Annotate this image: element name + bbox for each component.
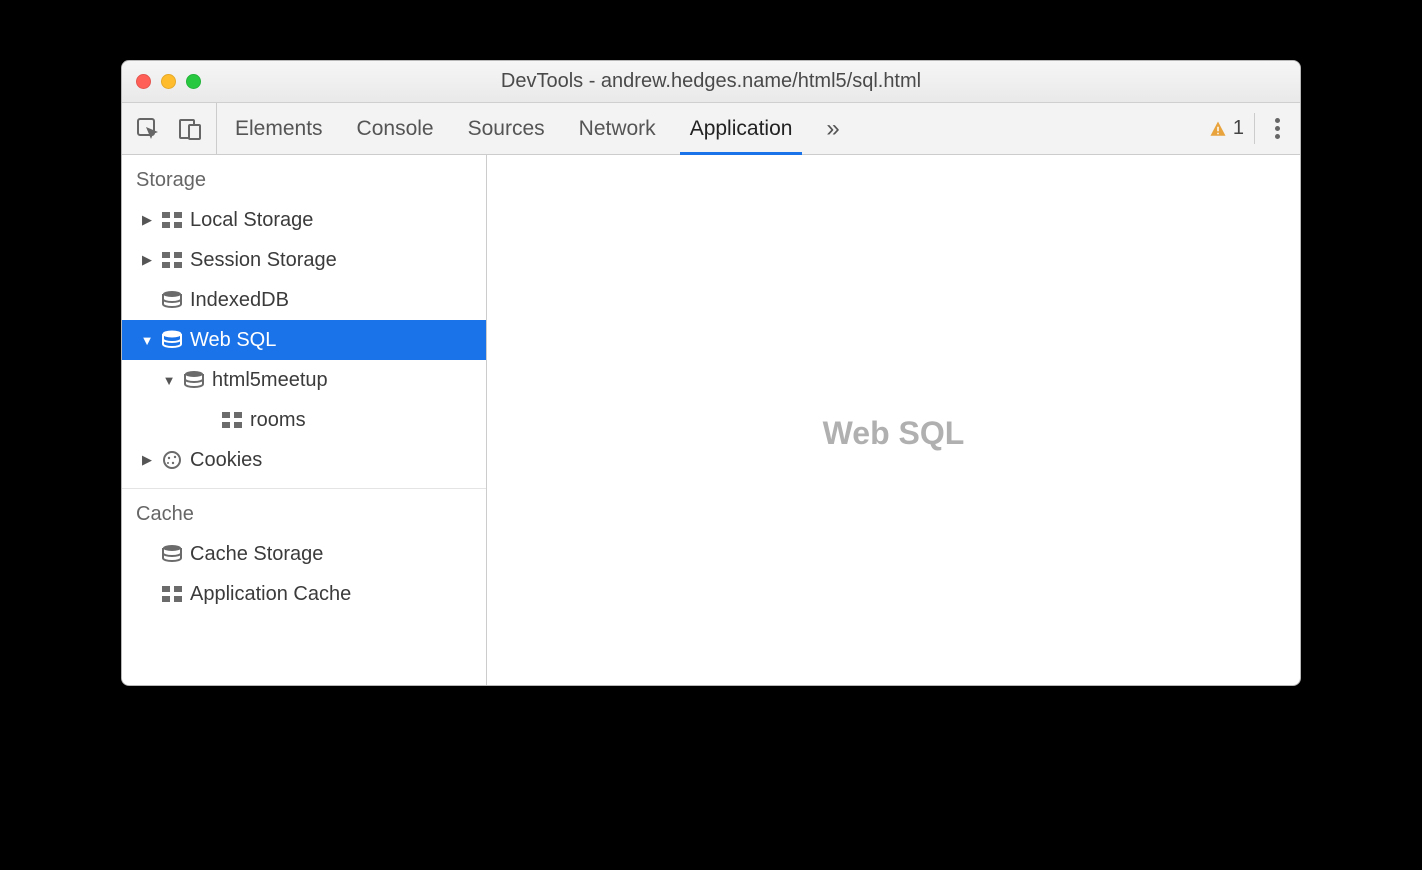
sidebar-item-label: Cookies — [190, 449, 262, 472]
devtools-toolbar: Elements Console Sources Network Applica… — [122, 103, 1300, 155]
sidebar-item-label: IndexedDB — [190, 289, 289, 312]
chevron-down-icon: ▼ — [162, 373, 176, 388]
sidebar-item-cookies[interactable]: ▶ Cookies — [122, 440, 486, 480]
chevron-down-icon: ▼ — [140, 333, 154, 348]
grid-icon — [160, 584, 184, 604]
database-icon — [182, 370, 206, 390]
sidebar-item-label: html5meetup — [212, 369, 328, 392]
sidebar-item-label: rooms — [250, 409, 306, 432]
chevron-right-icon: ▶ — [140, 452, 154, 468]
chevron-right-icon: ▶ — [140, 252, 154, 268]
sidebar-item-web-sql[interactable]: ▼ Web SQL — [122, 320, 486, 360]
inspect-element-icon[interactable] — [136, 117, 160, 141]
main-panel: Web SQL — [487, 155, 1300, 685]
sidebar-item-html5meetup[interactable]: ▼ html5meetup — [122, 360, 486, 400]
window-controls — [122, 74, 201, 89]
device-toolbar-icon[interactable] — [178, 117, 202, 141]
more-tabs-icon[interactable]: » — [826, 115, 839, 143]
placeholder-title: Web SQL — [823, 415, 965, 452]
devtools-window: DevTools - andrew.hedges.name/html5/sql.… — [121, 60, 1301, 686]
sidebar-item-label: Cache Storage — [190, 543, 323, 566]
sidebar-item-application-cache[interactable]: ▶ Application Cache — [122, 574, 486, 614]
close-window-button[interactable] — [136, 74, 151, 89]
sidebar-item-indexeddb[interactable]: ▶ IndexedDB — [122, 280, 486, 320]
window-title: DevTools - andrew.hedges.name/html5/sql.… — [122, 70, 1300, 93]
sidebar-item-label: Application Cache — [190, 583, 351, 606]
panel-tabs: Elements Console Sources Network Applica… — [217, 103, 1195, 154]
grid-icon — [160, 210, 184, 230]
tab-application[interactable]: Application — [690, 103, 793, 154]
chevron-right-icon: ▶ — [140, 212, 154, 228]
section-header-storage: Storage — [122, 155, 486, 200]
sidebar-item-cache-storage[interactable]: ▶ Cache Storage — [122, 534, 486, 574]
sidebar-item-label: Web SQL — [190, 329, 276, 352]
grid-icon — [160, 250, 184, 270]
sidebar-item-local-storage[interactable]: ▶ Local Storage — [122, 200, 486, 240]
settings-menu-icon[interactable] — [1269, 112, 1286, 145]
database-icon — [160, 290, 184, 310]
warning-count: 1 — [1233, 117, 1244, 140]
sidebar-item-session-storage[interactable]: ▶ Session Storage — [122, 240, 486, 280]
zoom-window-button[interactable] — [186, 74, 201, 89]
grid-icon — [220, 410, 244, 430]
tab-elements[interactable]: Elements — [235, 103, 323, 154]
sidebar-item-rooms[interactable]: ▶ rooms — [122, 400, 486, 440]
tab-sources[interactable]: Sources — [468, 103, 545, 154]
section-header-cache: Cache — [122, 488, 486, 534]
warnings-button[interactable]: 1 — [1209, 113, 1255, 144]
sidebar-item-label: Session Storage — [190, 249, 337, 272]
sidebar-item-label: Local Storage — [190, 209, 313, 232]
database-icon — [160, 330, 184, 350]
application-sidebar: Storage ▶ Local Storage ▶ Session Storag… — [122, 155, 487, 685]
tab-network[interactable]: Network — [579, 103, 656, 154]
database-icon — [160, 544, 184, 564]
titlebar: DevTools - andrew.hedges.name/html5/sql.… — [122, 61, 1300, 103]
minimize-window-button[interactable] — [161, 74, 176, 89]
tab-console[interactable]: Console — [357, 103, 434, 154]
cookie-icon — [160, 450, 184, 470]
